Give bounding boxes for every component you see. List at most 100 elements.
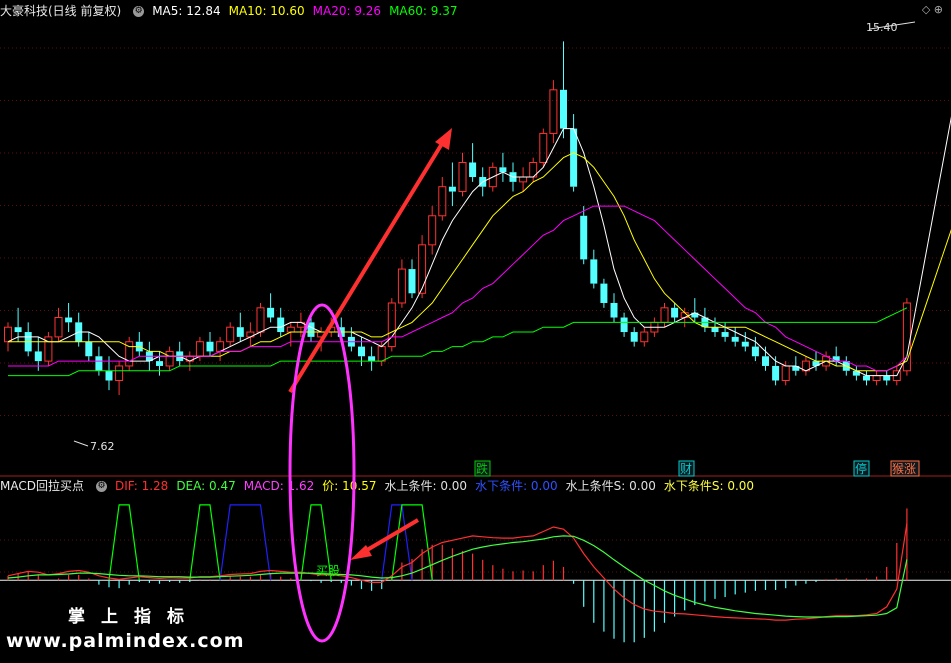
candle: [762, 346, 769, 371]
candle: [610, 293, 618, 323]
candle: [630, 327, 638, 347]
candle-body: [458, 161, 467, 193]
candle-body: [560, 89, 567, 129]
candle-body: [448, 186, 456, 192]
candle-body: [671, 307, 679, 318]
event-marker-label: 猴涨: [892, 461, 916, 476]
candle: [4, 322, 12, 352]
candle-body: [206, 341, 214, 352]
candle-body: [4, 326, 12, 343]
candle-body: [277, 317, 285, 333]
candle-body: [267, 307, 275, 318]
candle-body: [34, 351, 42, 362]
ma-line-ma60: [8, 307, 908, 377]
candle: [216, 336, 225, 362]
candle: [206, 332, 214, 357]
candle-body: [863, 375, 870, 381]
candle: [863, 370, 870, 386]
candle-body: [428, 215, 437, 246]
candle: [620, 312, 628, 337]
candle-body: [397, 268, 406, 304]
candle: [368, 346, 376, 371]
candle-body: [711, 327, 719, 333]
candle-body: [95, 356, 103, 371]
candle: [519, 167, 528, 192]
candle: [65, 302, 73, 333]
candle: [741, 332, 749, 352]
candle: [640, 327, 649, 347]
low-pointer-line: [73, 440, 89, 447]
candle-body: [256, 307, 265, 333]
candle-body: [519, 176, 528, 183]
ma-line-ma20: [8, 205, 908, 372]
candle: [44, 332, 53, 366]
candlestick-chart: [4, 41, 951, 396]
candle-body: [358, 346, 365, 357]
candle-body: [499, 167, 507, 173]
event-marker: 停: [853, 460, 870, 477]
event-marker-label: 跌: [476, 461, 488, 476]
candle-body: [539, 132, 548, 163]
candle: [277, 307, 285, 337]
candle: [539, 128, 548, 168]
candle: [226, 322, 235, 347]
candle: [529, 157, 538, 182]
candle: [872, 370, 881, 386]
candle: [246, 322, 255, 347]
candle: [499, 152, 507, 182]
watermark: 掌上指标 www.palmindex.com: [6, 606, 256, 654]
candle-body: [580, 215, 588, 260]
condition-pulse: [189, 504, 221, 581]
candle: [600, 278, 608, 308]
candle: [267, 293, 275, 323]
grid-lines: [0, 47, 951, 573]
candle-body: [549, 89, 558, 134]
ma-line-ma5: [7, 128, 908, 377]
candle-body: [610, 302, 618, 318]
signal-arrow-line: [360, 518, 420, 555]
candle: [347, 327, 355, 352]
trend-arrow-head: [435, 128, 452, 150]
candle: [428, 206, 437, 255]
watermark-cn: 掌上指标: [68, 607, 200, 627]
candle: [801, 356, 810, 376]
high-price-label: 15.40: [866, 21, 898, 34]
candle: [125, 336, 134, 371]
candle: [902, 298, 911, 376]
candle: [469, 143, 477, 182]
candle-body: [590, 259, 598, 284]
candle-body: [570, 128, 578, 187]
candle: [438, 177, 447, 221]
dea-line: [7, 535, 908, 618]
candle: [115, 361, 124, 396]
candle-body: [772, 365, 780, 381]
candle-body: [731, 336, 739, 342]
candle-body: [54, 317, 63, 338]
candle: [832, 346, 840, 366]
candle-body: [165, 350, 174, 367]
candle-body: [85, 341, 93, 357]
candle-body: [377, 346, 386, 362]
event-marker-label: 财: [680, 462, 692, 476]
candle: [549, 80, 558, 144]
candle-body: [762, 356, 769, 366]
candle-body: [741, 341, 749, 347]
candle: [883, 370, 891, 386]
candle-body: [65, 317, 73, 323]
ma-extension-ma5: [906, 116, 951, 357]
candle: [560, 41, 567, 139]
candle-body: [236, 327, 244, 337]
candle-body: [469, 162, 477, 178]
low-price-label: 7.62: [90, 440, 115, 453]
candle-body: [751, 346, 759, 357]
candle-body: [872, 375, 881, 381]
candle-body: [600, 283, 608, 303]
candle: [852, 365, 860, 381]
candle: [85, 332, 93, 362]
event-marker: 跌: [474, 460, 491, 477]
candle-body: [883, 375, 891, 381]
candle: [580, 206, 588, 265]
ma-extension-ma10: [906, 228, 951, 362]
chart-canvas[interactable]: 15.40 7.62 买股 跌 财 停 猴涨: [0, 0, 951, 663]
annotations: [73, 21, 916, 643]
